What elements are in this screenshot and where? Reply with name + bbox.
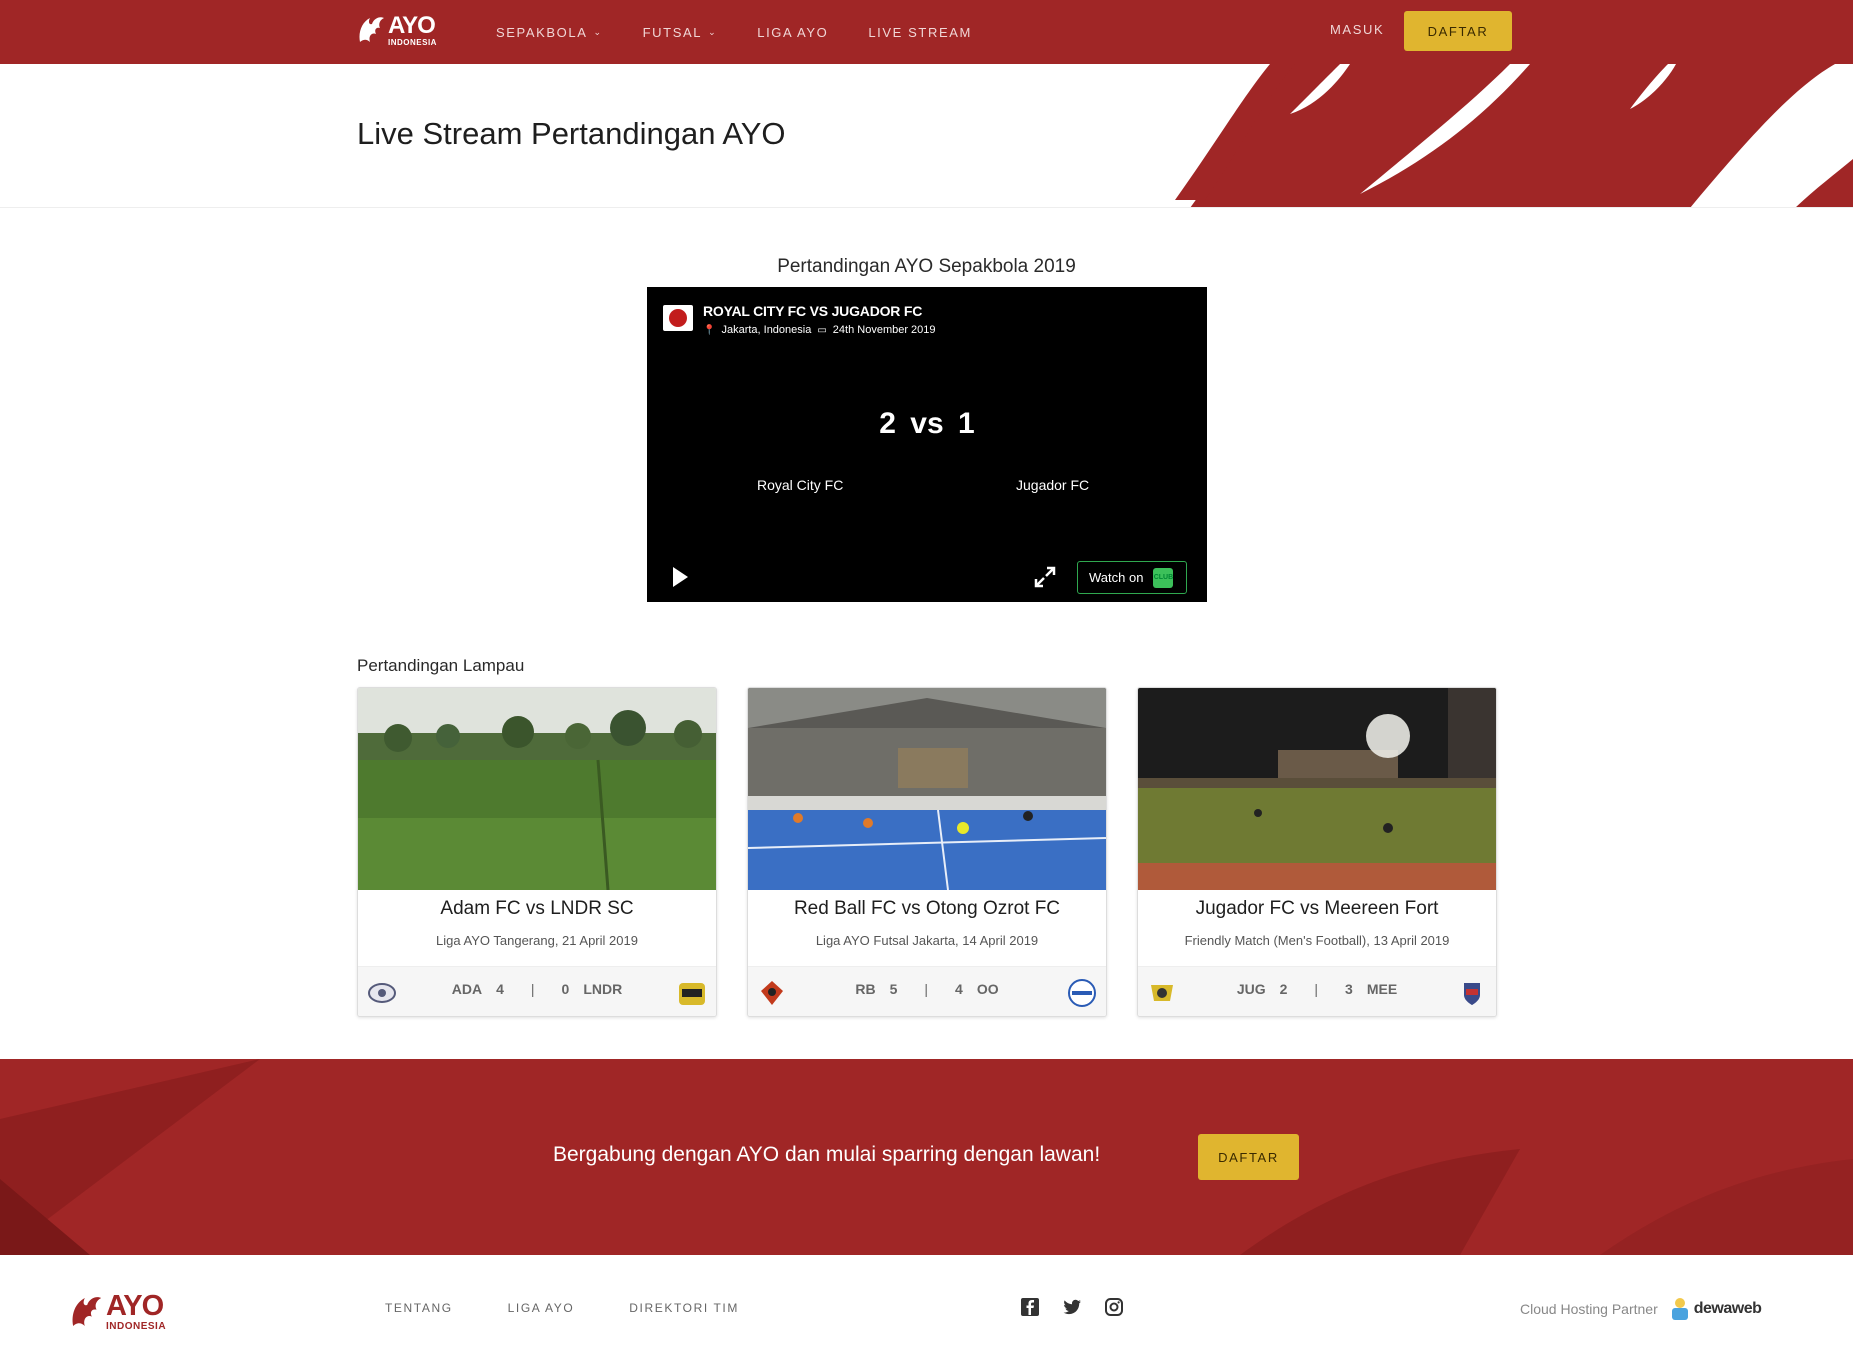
play-icon[interactable] bbox=[673, 567, 688, 587]
home-score: 5 bbox=[889, 981, 898, 997]
home-team-name: Royal City FC bbox=[757, 477, 844, 493]
score-separator: | bbox=[1314, 981, 1319, 997]
club-badge-icon bbox=[663, 305, 693, 331]
away-team-abbr: MEE bbox=[1366, 981, 1398, 997]
social-links bbox=[1020, 1297, 1124, 1317]
page-footer: AYO INDONESIA TENTANG LIGA AYO DIREKTORI… bbox=[0, 1255, 1853, 1359]
ayo-logo[interactable]: AYO INDONESIA bbox=[356, 12, 437, 48]
dewaweb-logo-text: dewaweb bbox=[1693, 1300, 1762, 1317]
match-title: Jugador FC vs Meereen Fort bbox=[1195, 898, 1439, 919]
score-bar: JUG 2 | 3 MEE bbox=[1138, 966, 1496, 1016]
match-date: 24th November 2019 bbox=[832, 324, 936, 336]
match-score: 2 vs 1 bbox=[879, 407, 975, 440]
away-team-name: Jugador FC bbox=[1016, 477, 1090, 493]
match-subtitle: Liga AYO Futsal Jakarta, 14 April 2019 bbox=[815, 933, 1039, 948]
header-decoration bbox=[1175, 64, 1853, 207]
signup-button[interactable]: DAFTAR bbox=[1404, 11, 1512, 51]
logo-text: AYO bbox=[106, 1290, 164, 1322]
away-team-abbr: OO bbox=[976, 981, 999, 997]
match-meta: 📍 Jakarta, Indonesia ▭ 24th November 201… bbox=[703, 324, 936, 336]
match-title: Red Ball FC vs Otong Ozrot FC bbox=[793, 898, 1061, 919]
eagle-logo-icon bbox=[72, 1297, 102, 1326]
eagle-logo-icon bbox=[359, 17, 384, 42]
twitter-icon[interactable] bbox=[1062, 1297, 1082, 1317]
home-team-abbr: RB bbox=[855, 981, 876, 997]
chevron-down-icon: ⌄ bbox=[593, 26, 603, 37]
platform-logo-text: CLUB bbox=[1153, 574, 1174, 581]
match-location: Jakarta, Indonesia bbox=[721, 324, 812, 336]
team-crest-icon bbox=[679, 983, 705, 1005]
footer-link-tentang[interactable]: TENTANG bbox=[385, 1301, 453, 1315]
logo-subtext: INDONESIA bbox=[106, 1321, 167, 1332]
logo-text: AYO bbox=[388, 11, 436, 39]
footer-nav: TENTANG LIGA AYO DIREKTORI TIM bbox=[385, 1301, 794, 1315]
away-score: 0 bbox=[561, 981, 570, 997]
hosting-label: Cloud Hosting Partner bbox=[1520, 1301, 1658, 1317]
page-title: Live Stream Pertandingan AYO bbox=[357, 116, 786, 151]
logo-subtext: INDONESIA bbox=[388, 37, 437, 47]
nav-item-label: SEPAKBOLA bbox=[496, 24, 588, 40]
match-subtitle: Friendly Match (Men's Football), 13 Apri… bbox=[1184, 933, 1450, 948]
dewaweb-logo-icon bbox=[1671, 1298, 1688, 1320]
nav-item-sepakbola[interactable]: SEPAKBOLA ⌄ bbox=[496, 25, 603, 40]
match-photo bbox=[1138, 688, 1496, 890]
dewaweb-logo[interactable]: dewaweb bbox=[1668, 1296, 1762, 1322]
home-score: 4 bbox=[496, 981, 504, 997]
team-crest-icon bbox=[1464, 983, 1480, 1005]
signup-banner-button[interactable]: DAFTAR bbox=[1198, 1134, 1299, 1180]
match-card[interactable]: Adam FC vs LNDR SC Liga AYO Tangerang, 2… bbox=[357, 687, 717, 1017]
away-score: 4 bbox=[955, 981, 963, 997]
team-crest-icon bbox=[1068, 979, 1096, 1007]
instagram-icon[interactable] bbox=[1104, 1297, 1124, 1317]
main-nav: SEPAKBOLA ⌄ FUTSAL ⌄ LIGA AYO LIVE STREA… bbox=[496, 0, 1012, 64]
nav-item-live-stream[interactable]: LIVE STREAM bbox=[868, 25, 972, 40]
location-pin-icon: 📍 bbox=[703, 324, 716, 336]
nav-item-label: FUTSAL bbox=[642, 24, 703, 40]
away-score: 3 bbox=[1345, 981, 1353, 997]
nav-item-futsal[interactable]: FUTSAL ⌄ bbox=[643, 25, 718, 40]
facebook-icon[interactable] bbox=[1020, 1297, 1040, 1317]
match-photo bbox=[358, 688, 716, 890]
signup-banner-text: Bergabung dengan AYO dan mulai sparring … bbox=[553, 1143, 1101, 1166]
login-link[interactable]: MASUK bbox=[1330, 22, 1384, 37]
past-matches-title: Pertandingan Lampau bbox=[357, 656, 525, 675]
match-photo bbox=[748, 688, 1106, 890]
score-separator: | bbox=[924, 981, 929, 997]
nav-item-label: LIGA AYO bbox=[757, 24, 829, 40]
match-card[interactable]: Jugador FC vs Meereen Fort Friendly Matc… bbox=[1137, 687, 1497, 1017]
home-team-abbr: ADA bbox=[451, 981, 483, 997]
nav-item-label: LIVE STREAM bbox=[868, 24, 972, 40]
nav-item-liga-ayo[interactable]: LIGA AYO bbox=[757, 25, 828, 40]
hosting-partner: Cloud Hosting Partner dewaweb bbox=[1520, 1296, 1762, 1322]
match-title: Adam FC vs LNDR SC bbox=[440, 898, 634, 919]
score-bar: RB 5 | 4 OO bbox=[748, 966, 1106, 1016]
video-player[interactable]: ROYAL CITY FC VS JUGADOR FC 📍 Jakarta, I… bbox=[647, 287, 1207, 602]
match-title: ROYAL CITY FC VS JUGADOR FC bbox=[703, 303, 923, 319]
fullscreen-icon[interactable] bbox=[1033, 565, 1057, 589]
score-separator: | bbox=[530, 981, 535, 997]
away-team-abbr: LNDR bbox=[583, 981, 623, 997]
signup-banner: Bergabung dengan AYO dan mulai sparring … bbox=[0, 1059, 1853, 1255]
watch-on-label: Watch on bbox=[1089, 570, 1144, 585]
match-subtitle: Liga AYO Tangerang, 21 April 2019 bbox=[436, 933, 638, 948]
footer-link-direktori-tim[interactable]: DIREKTORI TIM bbox=[629, 1301, 739, 1315]
platform-logo-icon: CLUB bbox=[1153, 567, 1174, 588]
top-navbar: AYO INDONESIA SEPAKBOLA ⌄ FUTSAL ⌄ LIGA … bbox=[0, 0, 1853, 64]
footer-link-liga-ayo[interactable]: LIGA AYO bbox=[508, 1301, 575, 1315]
watch-on-button[interactable]: Watch on CLUB bbox=[1077, 561, 1187, 594]
live-section-title: Pertandingan AYO Sepakbola 2019 bbox=[777, 256, 1076, 277]
score-bar: ADA 4 | 0 LNDR bbox=[358, 966, 716, 1016]
chevron-down-icon: ⌄ bbox=[708, 26, 718, 37]
page-header: Live Stream Pertandingan AYO bbox=[0, 64, 1853, 208]
match-card[interactable]: Red Ball FC vs Otong Ozrot FC Liga AYO F… bbox=[747, 687, 1107, 1017]
home-team-abbr: JUG bbox=[1236, 981, 1266, 997]
home-score: 2 bbox=[1279, 981, 1288, 997]
footer-ayo-logo[interactable]: AYO INDONESIA bbox=[68, 1291, 166, 1333]
calendar-icon: ▭ bbox=[817, 324, 827, 336]
